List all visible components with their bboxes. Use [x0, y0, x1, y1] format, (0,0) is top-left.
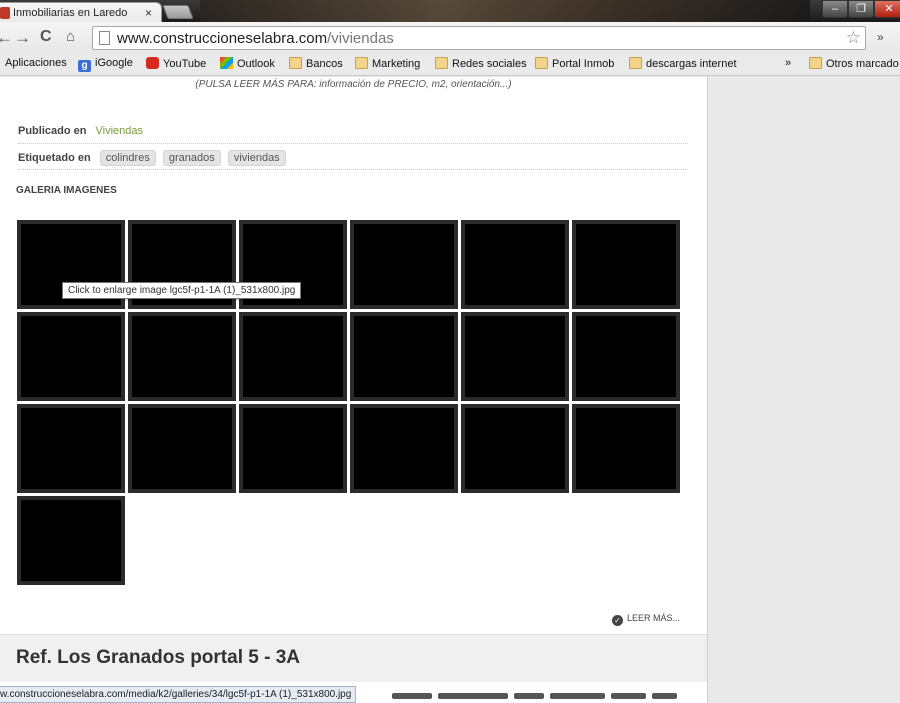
address-bar[interactable]: www.construccioneselabra.com/viviendas ☆ [92, 26, 866, 50]
gallery-thumbnail[interactable] [350, 404, 458, 493]
check-circle-icon: ✓ [612, 615, 623, 626]
gallery-thumbnail[interactable] [572, 312, 680, 401]
gallery-thumbnail[interactable] [239, 312, 347, 401]
gallery-thumbnail[interactable] [461, 220, 569, 309]
folder-icon [809, 57, 822, 69]
partial-text-line [392, 690, 702, 703]
page-content: (PULSA LEER MÁS PARA: información de PRE… [0, 77, 707, 703]
bookmark-label: Marketing [372, 58, 421, 70]
bookmark-label: Outlook [237, 58, 275, 70]
outlook-icon [220, 57, 233, 69]
bookmark-label: Portal Inmob [552, 58, 615, 70]
tag-link[interactable]: colindres [99, 150, 156, 166]
bookmark-label: Redes sociales [452, 58, 527, 70]
bookmark-apps[interactable]: Aplicaciones [5, 57, 67, 69]
bookmark-star-icon[interactable]: ☆ [846, 28, 861, 48]
gallery-thumbnail[interactable] [461, 312, 569, 401]
tab-close-icon[interactable]: × [145, 6, 152, 20]
gallery-thumbnail[interactable] [17, 312, 125, 401]
gallery-thumbnail[interactable] [239, 404, 347, 493]
folder-icon [629, 57, 642, 69]
bookmark-outlook[interactable]: Outlook [220, 57, 275, 70]
bookmarks-bar: Aplicaciones g iGoogle YouTube Outlook Ba… [0, 54, 900, 76]
gallery-thumbnail[interactable] [572, 404, 680, 493]
forward-arrow-icon[interactable]: → [14, 28, 31, 48]
gallery-thumbnail[interactable] [350, 312, 458, 401]
next-article-header: Ref. Los Granados portal 5 - 3A [0, 634, 707, 682]
folder-icon [289, 57, 302, 69]
read-more-hint: (PULSA LEER MÁS PARA: información de PRE… [195, 79, 512, 90]
tags-row: Etiquetado en colindres granados viviend… [18, 145, 688, 170]
published-row: Publicado en Viviendas [18, 121, 688, 144]
gallery-thumbnail[interactable] [461, 404, 569, 493]
bookmark-igoogle[interactable]: g iGoogle [78, 57, 133, 72]
google-icon: g [78, 60, 91, 72]
published-label: Publicado en [18, 125, 87, 137]
home-icon[interactable]: ⌂ [66, 28, 75, 45]
new-tab-button[interactable] [162, 5, 194, 19]
folder-icon [435, 57, 448, 69]
gallery-thumbnail[interactable] [572, 220, 680, 309]
read-more-link[interactable]: ✓ LEER MÁS... [612, 613, 680, 626]
tab-title: Inmobiliarias en Laredo [13, 7, 128, 19]
browser-tab-active[interactable]: Inmobiliarias en Laredo × [0, 2, 162, 24]
toolbar-overflow-icon[interactable]: » [877, 30, 884, 44]
bookmark-bancos[interactable]: Bancos [289, 57, 343, 70]
category-link[interactable]: Viviendas [96, 125, 144, 137]
window-maximize-button[interactable]: ❐ [848, 0, 874, 18]
bookmarks-overflow-icon[interactable]: » [785, 57, 791, 69]
bookmark-label: YouTube [163, 58, 207, 70]
tag-link[interactable]: viviendas [227, 150, 286, 166]
titlebar-background [200, 0, 810, 22]
bookmark-youtube[interactable]: YouTube [146, 57, 206, 70]
window-titlebar: Inmobiliarias en Laredo × – ❐ ✕ [0, 0, 900, 24]
back-arrow-icon[interactable]: ← [0, 28, 13, 48]
folder-icon [535, 57, 548, 69]
window-minimize-button[interactable]: – [822, 0, 848, 18]
image-tooltip: Click to enlarge image lgc5f-p1-1A (1)_5… [62, 282, 302, 299]
gallery-thumbnail[interactable] [350, 220, 458, 309]
address-url[interactable]: www.construccioneselabra.com/viviendas [117, 30, 394, 47]
bookmark-other-folder[interactable]: Otros marcado [809, 57, 899, 70]
bookmark-marketing[interactable]: Marketing [355, 57, 420, 70]
next-article-title[interactable]: Ref. Los Granados portal 5 - 3A [16, 647, 300, 669]
youtube-icon [146, 57, 159, 69]
bookmark-portal-inmob[interactable]: Portal Inmob [535, 57, 614, 70]
bookmark-label: iGoogle [95, 57, 133, 69]
bookmark-label: Bancos [306, 58, 343, 70]
reload-icon[interactable]: C [40, 28, 52, 46]
bookmark-label: Otros marcado [826, 58, 899, 70]
site-favicon-icon [0, 7, 10, 19]
gallery-title: GALERIA IMAGENES [16, 185, 117, 196]
bookmark-label: descargas internet [646, 58, 737, 70]
tag-link[interactable]: granados [162, 150, 221, 166]
window-close-button[interactable]: ✕ [874, 0, 900, 18]
gallery-thumbnail[interactable] [17, 496, 125, 585]
folder-icon [355, 57, 368, 69]
browser-toolbar: ← → C ⌂ www.construccioneselabra.com/viv… [0, 22, 900, 54]
read-more-label: LEER MÁS... [627, 613, 681, 623]
page-icon [99, 31, 110, 45]
bookmark-redes-sociales[interactable]: Redes sociales [435, 57, 527, 70]
url-path: /viviendas [327, 30, 394, 47]
gallery-thumbnail[interactable] [17, 404, 125, 493]
gallery-thumbnail[interactable] [128, 404, 236, 493]
gallery-thumbnail[interactable] [128, 312, 236, 401]
bookmark-descargas-internet[interactable]: descargas internet [629, 57, 737, 70]
url-host: www.construccioneselabra.com [117, 30, 328, 47]
right-sidebar-background [707, 77, 900, 703]
tagged-label: Etiquetado en [18, 152, 91, 164]
status-bar-url: w.construccioneselabra.com/media/k2/gall… [0, 686, 357, 703]
